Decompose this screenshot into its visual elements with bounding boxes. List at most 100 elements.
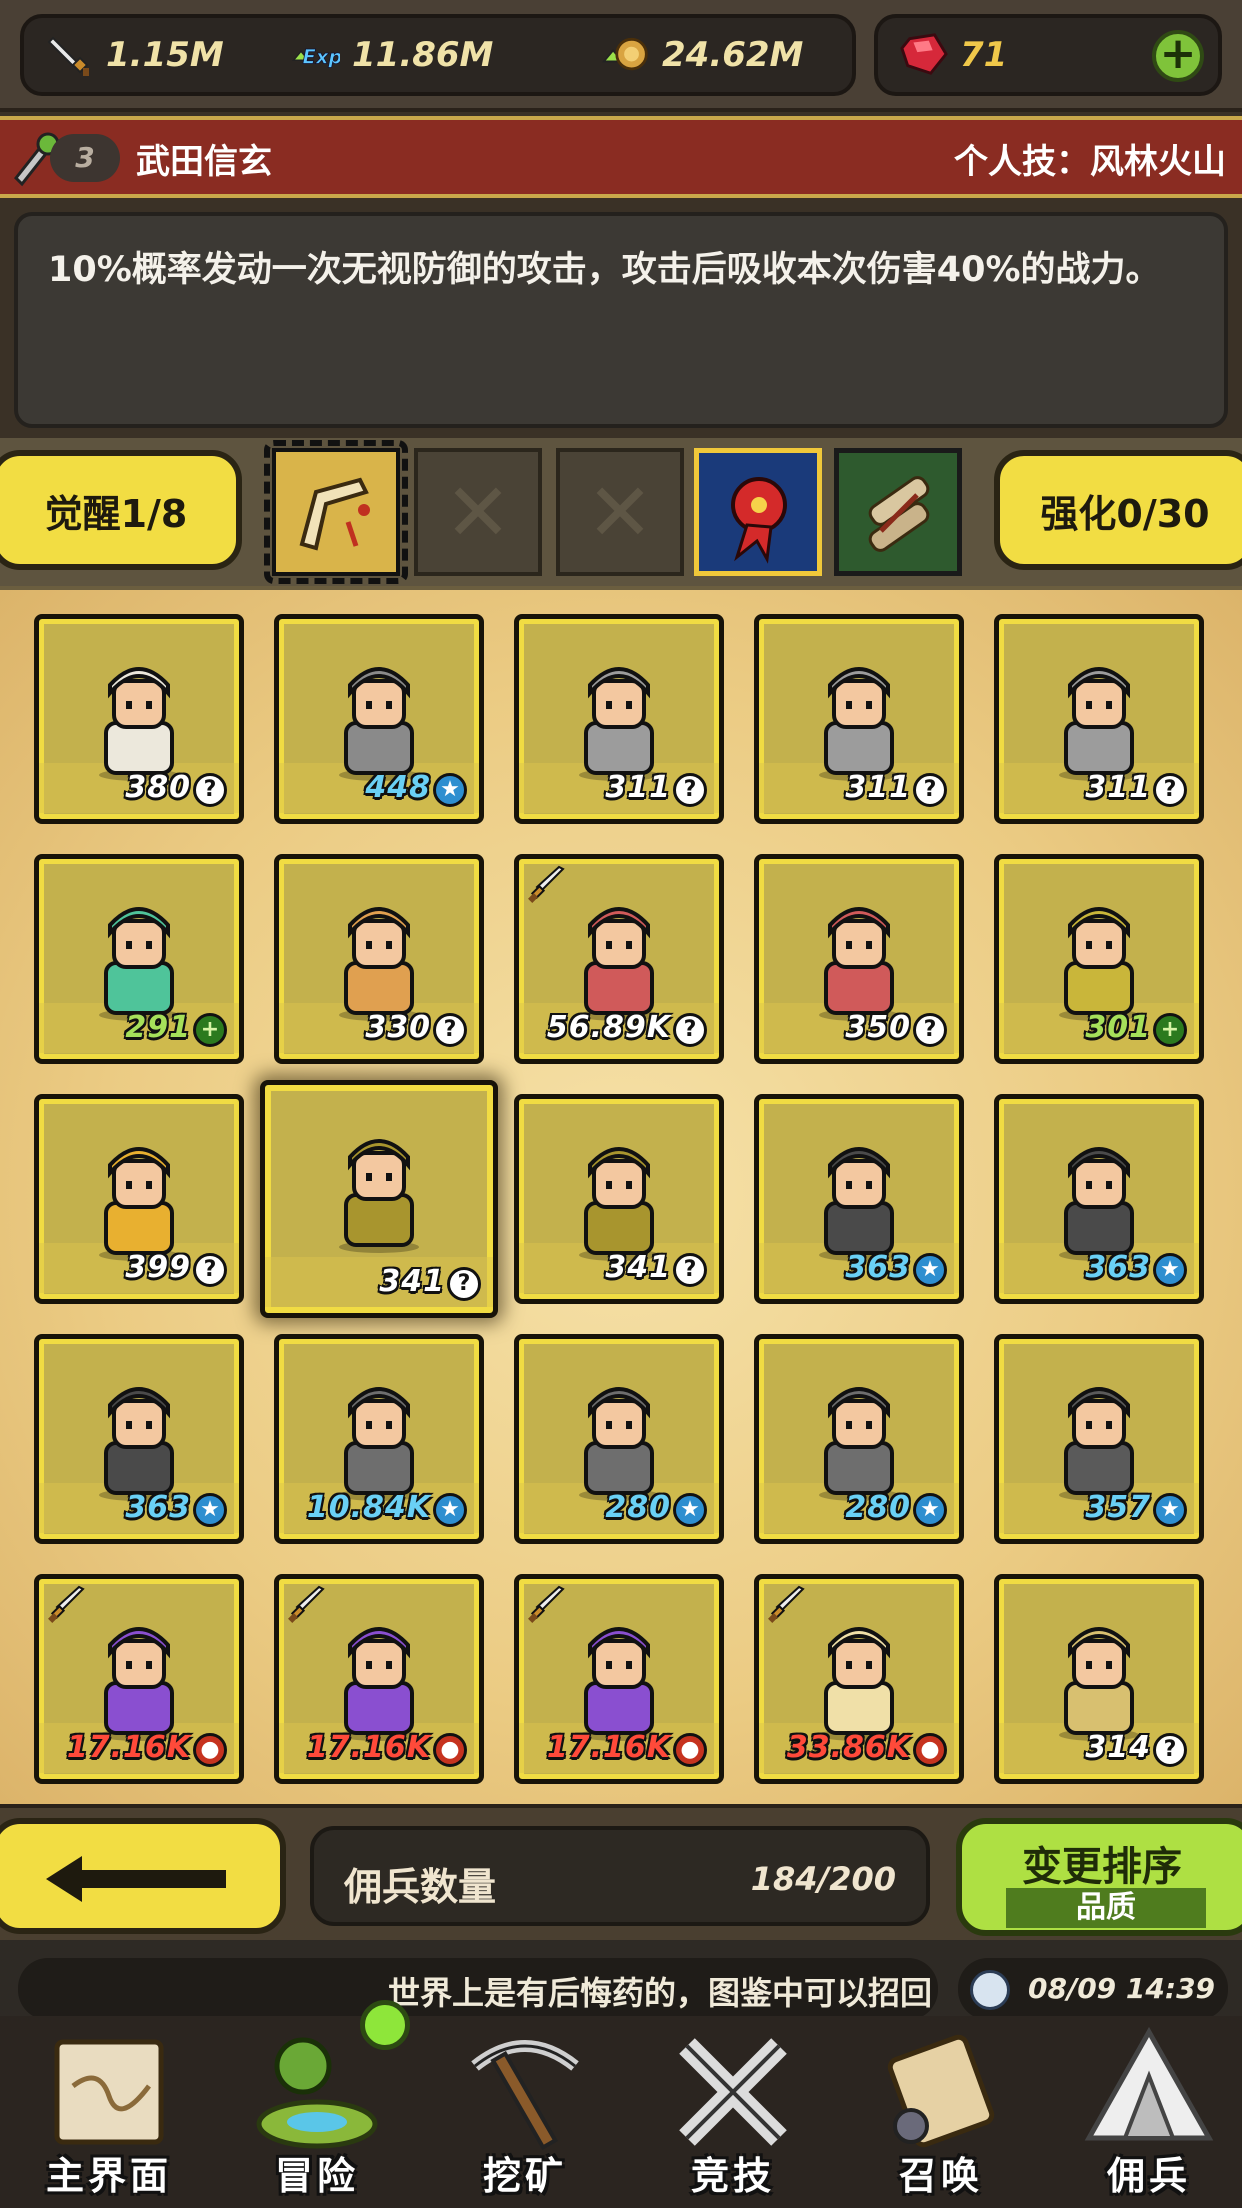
sword-icon	[288, 1585, 325, 1623]
sword-icon	[46, 31, 94, 79]
mercenary-sprite-icon	[339, 1139, 419, 1254]
nav-item-4[interactable]: 召唤	[846, 2026, 1036, 2206]
mercenary-sprite-icon	[339, 1387, 419, 1501]
mercenary-type-badge: ★	[913, 1493, 947, 1527]
mercenary-type-badge: ?	[1153, 773, 1187, 807]
mercenary-card[interactable]: 17.16K ●	[274, 1574, 484, 1784]
pickaxe-icon	[471, 2040, 579, 2151]
equip-slot-1[interactable]	[264, 440, 408, 584]
exp-icon: Exp	[292, 31, 340, 79]
back-button[interactable]	[0, 1818, 286, 1934]
exp-value: 11.86M	[352, 35, 494, 75]
equip-slot-2-empty[interactable]: ✕	[414, 448, 542, 576]
equipment-strip: 觉醒1/8 ✕ ✕ 强化0/30	[0, 438, 1242, 586]
mercenary-card[interactable]: 448 ★	[274, 614, 484, 824]
mercenary-type-badge: ●	[433, 1733, 467, 1767]
mercenary-card[interactable]: 17.16K ●	[34, 1574, 244, 1784]
resource-bar: 1.15M Exp 11.86M 24.62M 71 +	[0, 0, 1242, 112]
mercenary-power: 280	[845, 1490, 911, 1525]
mercenary-card[interactable]: 311?	[754, 614, 964, 824]
gems-value: 71	[960, 35, 1008, 75]
hero-skill-title: 个人技：风林火山	[954, 142, 1226, 182]
mercenary-sprite-icon	[579, 1387, 659, 1501]
hero-level-badge: 3	[50, 134, 120, 182]
hero-header: 3 武田信玄 个人技：风林火山	[0, 116, 1242, 198]
mercenary-card[interactable]: 350?	[754, 854, 964, 1064]
mercenary-card[interactable]: 280 ★	[514, 1334, 724, 1544]
mercenary-card[interactable]: 301 +	[994, 854, 1204, 1064]
resource-exp: Exp 11.86M	[292, 18, 493, 92]
nav-item-1[interactable]: 冒险	[222, 2026, 412, 2206]
nav-item-5[interactable]: 佣兵	[1054, 2026, 1242, 2206]
mercenary-type-badge: ★	[673, 1493, 707, 1527]
mercenary-type-badge: ★	[433, 1493, 467, 1527]
mercenary-card[interactable]: 357 ★	[994, 1334, 1204, 1544]
mercenary-type-badge: ●	[673, 1733, 707, 1767]
mercenary-power: 341	[379, 1264, 445, 1299]
island-icon	[256, 2037, 378, 2149]
mercenary-power: 341	[605, 1250, 671, 1285]
clock-icon	[970, 1970, 1010, 2010]
mercenary-sprite-icon	[99, 907, 179, 1021]
clock-time: 08/09 14:39	[1028, 1972, 1216, 2005]
sort-label: 变更排序	[1022, 1844, 1182, 1890]
mercenary-card[interactable]: 314?	[994, 1574, 1204, 1784]
mercenary-sprite-icon	[99, 1147, 179, 1261]
mercenary-power: 448	[365, 770, 431, 805]
mercenary-sprite-icon	[819, 667, 899, 781]
mercenary-card[interactable]: 291 +	[34, 854, 244, 1064]
mercenary-card[interactable]: 363 ★	[754, 1094, 964, 1304]
mercenary-power: 311	[605, 770, 671, 805]
add-gems-button[interactable]: +	[1152, 30, 1204, 82]
nav-label: 冒险	[274, 2154, 359, 2198]
nav-item-2[interactable]: 挖矿	[430, 2026, 620, 2206]
mercenary-power: 350	[845, 1010, 911, 1045]
nav-label: 召唤	[898, 2154, 983, 2198]
sword-icon	[48, 1585, 85, 1623]
awaken-label: 觉醒1/8	[44, 491, 188, 536]
awaken-button[interactable]: 觉醒1/8	[0, 450, 242, 570]
resource-gems: 71	[900, 18, 1007, 92]
mercenary-card[interactable]: 311?	[514, 614, 724, 824]
mercenary-power: 311	[845, 770, 911, 805]
mercenary-power: 363	[845, 1250, 911, 1285]
ticker-message-box: 世界上是有后悔药的，图鉴中可以招回	[18, 1958, 938, 2020]
mercenary-card[interactable]: 311?	[994, 614, 1204, 824]
change-sort-button[interactable]: 变更排序 品质	[956, 1818, 1242, 1936]
scroll-icon	[887, 2034, 995, 2148]
mercenary-type-badge: ★	[1153, 1493, 1187, 1527]
mercenary-card[interactable]: 363 ★	[994, 1094, 1204, 1304]
mercenary-card[interactable]: 330?	[274, 854, 484, 1064]
equip-slot-4[interactable]	[694, 448, 822, 576]
mercenary-type-badge: ★	[1153, 1253, 1187, 1287]
nav-label: 佣兵	[1106, 2154, 1191, 2198]
mercenary-grid: 380? 448 ★ 311? 311? 311? 291 +330? 56.89K? 350? 3…	[0, 586, 1242, 1804]
mercenary-power: 17.16K	[66, 1730, 191, 1765]
mercenary-sprite-icon	[579, 1147, 659, 1261]
mercenary-power: 363	[125, 1490, 191, 1525]
equip-slot-3-empty[interactable]: ✕	[556, 448, 684, 576]
mercenary-sprite-icon	[99, 667, 179, 781]
mercenary-sprite-icon	[1059, 1147, 1139, 1261]
mercenary-card[interactable]: 56.89K?	[514, 854, 724, 1064]
mercenary-power: 330	[365, 1010, 431, 1045]
mercenary-card[interactable]: 17.16K ●	[514, 1574, 724, 1784]
equip-slot-5[interactable]	[834, 448, 962, 576]
mercenary-sprite-icon	[819, 1387, 899, 1501]
nav-item-3[interactable]: 竞技	[638, 2026, 828, 2206]
mercenary-card[interactable]: 380?	[34, 614, 244, 824]
mercenary-card[interactable]: 341?	[260, 1080, 498, 1318]
mercenary-card[interactable]: 10.84K ★	[274, 1334, 484, 1544]
enhance-button[interactable]: 强化0/30	[994, 450, 1242, 570]
red-amulet-icon	[707, 461, 811, 569]
mercenary-power: 314	[1085, 1730, 1151, 1765]
mercenary-card[interactable]: 363 ★	[34, 1334, 244, 1544]
mercenary-card[interactable]: 33.86K ●	[754, 1574, 964, 1784]
skill-description: 10%概率发动一次无视防御的攻击，攻击后吸收本次伤害40%的战力。	[48, 250, 1161, 290]
mercenary-card[interactable]: 280 ★	[754, 1334, 964, 1544]
enhance-label: 强化0/30	[1040, 491, 1210, 536]
mercenary-card[interactable]: 341?	[514, 1094, 724, 1304]
nav-item-0[interactable]: 主界面	[14, 2026, 204, 2206]
mercenary-type-badge: ?	[193, 773, 227, 807]
mercenary-card[interactable]: 399?	[34, 1094, 244, 1304]
